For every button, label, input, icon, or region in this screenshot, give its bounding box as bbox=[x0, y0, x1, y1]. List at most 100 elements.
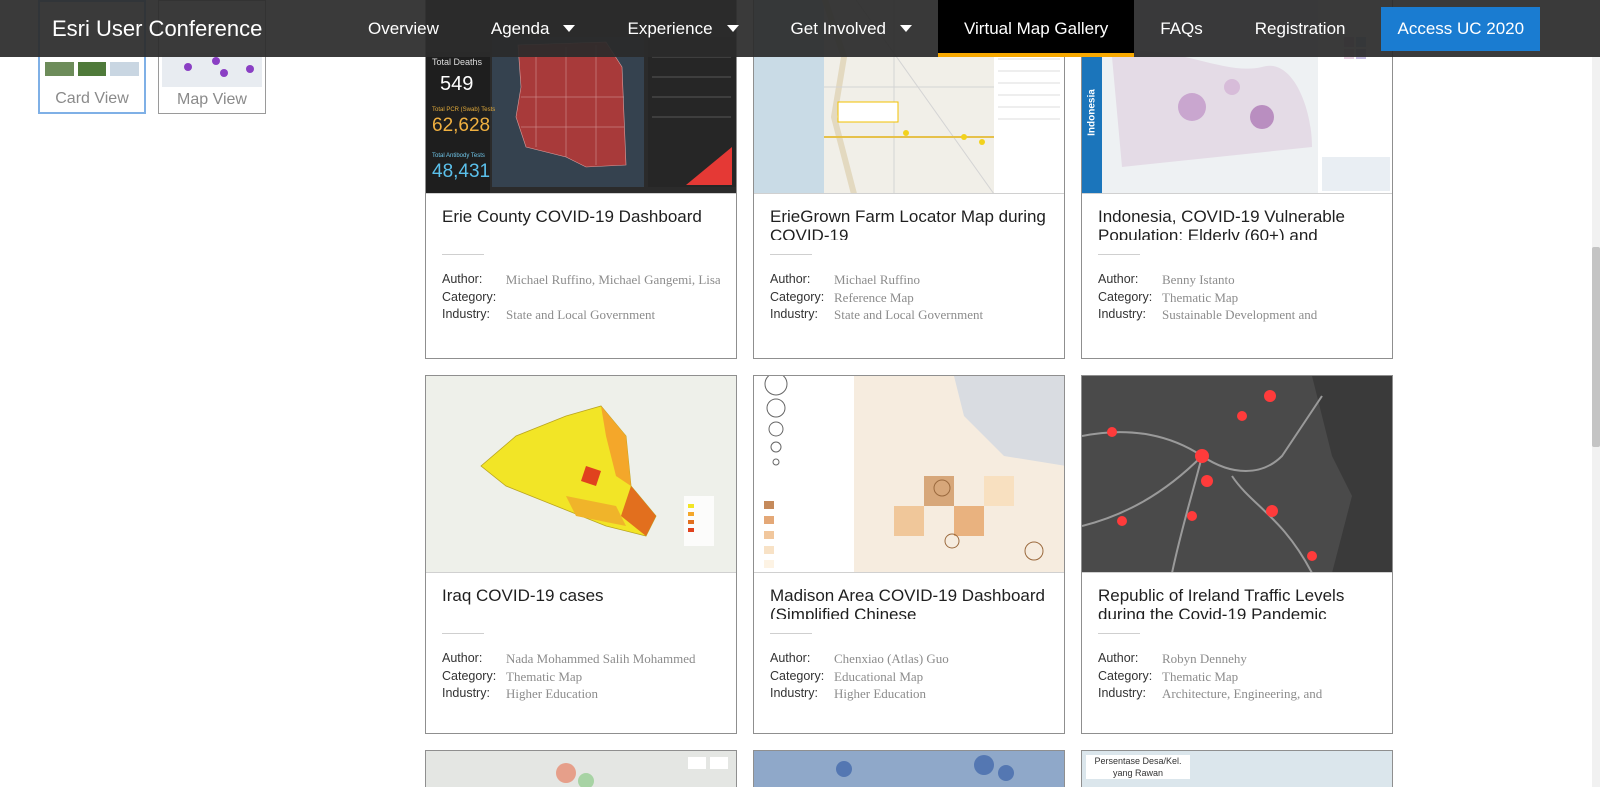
site-title[interactable]: Esri User Conference bbox=[52, 16, 342, 42]
card-title[interactable]: Indonesia, COVID-19 Vulnerable Populatio… bbox=[1082, 194, 1392, 240]
ireland-traffic-thumbnail bbox=[1082, 376, 1392, 572]
title-divider bbox=[1098, 633, 1140, 634]
title-divider bbox=[770, 633, 812, 634]
pcr-tests-label: Total PCR (Swab) Tests bbox=[432, 107, 496, 113]
nav-agenda[interactable]: Agenda bbox=[465, 0, 602, 57]
title-divider bbox=[442, 254, 484, 255]
nav-overview[interactable]: Overview bbox=[342, 0, 465, 57]
map-thumbnail-partial bbox=[754, 751, 1064, 787]
card-thumbnail: Persentase Desa/Kel. yang Rawan bbox=[1082, 751, 1392, 787]
gallery-card[interactable]: Persentase Desa/Kel. yang Rawan bbox=[1081, 750, 1393, 787]
author-value: Robyn Dennehy bbox=[1162, 651, 1247, 666]
nav-label: Experience bbox=[627, 18, 713, 38]
gallery-card[interactable]: Republic of Ireland Traffic Levels durin… bbox=[1081, 375, 1393, 734]
indonesia-side-label: Indonesia bbox=[1086, 89, 1098, 136]
map-thumbnail-partial bbox=[426, 751, 736, 787]
chevron-down-icon bbox=[900, 25, 912, 32]
category-value: Thematic Map bbox=[1162, 289, 1239, 305]
pcr-tests-value: 62,628 bbox=[432, 115, 491, 136]
nav-virtual-map-gallery[interactable]: Virtual Map Gallery bbox=[938, 0, 1135, 57]
page: Card View Map View Total Deaths 549 Tota… bbox=[0, 0, 1600, 787]
nav-label: Virtual Map Gallery bbox=[964, 18, 1109, 38]
page-scrollbar[interactable] bbox=[1592, 57, 1600, 787]
chevron-down-icon bbox=[726, 25, 739, 32]
card-view-thumbnail bbox=[43, 54, 141, 88]
card-title[interactable]: Republic of Ireland Traffic Levels durin… bbox=[1082, 573, 1392, 619]
title-divider bbox=[770, 254, 812, 255]
gallery-card[interactable]: Madison Area COVID-19 Dashboard (Simplif… bbox=[753, 375, 1065, 734]
industry-value: State and Local Government bbox=[506, 307, 656, 322]
industry-value: Sustainable Development and bbox=[1162, 307, 1318, 322]
industry-label: Industry: bbox=[442, 686, 490, 700]
card-meta: Author: Nada Mohammed Salih Mohammed Cate… bbox=[426, 650, 736, 703]
nav-faqs[interactable]: FAQs bbox=[1134, 0, 1229, 57]
gallery-card[interactable]: Iraq COVID-19 cases Author: Nada Mohammed… bbox=[425, 375, 737, 734]
author-value: Benny Istanto bbox=[1162, 272, 1235, 287]
nav-label: Agenda bbox=[490, 18, 550, 38]
category-value: Reference Map bbox=[834, 289, 914, 305]
author-label: Author: bbox=[442, 272, 483, 286]
author-value: Chenxiao (Atlas) Guo bbox=[834, 651, 949, 666]
author-value: Michael Ruffino bbox=[834, 272, 921, 287]
iraq-map-thumbnail bbox=[426, 376, 736, 572]
main-menu: Overview Agenda Experience Get Involved … bbox=[342, 0, 1371, 57]
card-thumbnail bbox=[1082, 376, 1392, 573]
nav-label: Registration bbox=[1254, 18, 1346, 38]
total-deaths-label: Total Deaths bbox=[432, 57, 483, 67]
nav-label: Overview bbox=[368, 18, 439, 38]
author-value: Michael Ruffino, Michael Gangemi, Lisa bbox=[505, 272, 720, 287]
category-value: Thematic Map bbox=[1162, 668, 1239, 684]
author-label: Author: bbox=[770, 272, 811, 286]
industry-label: Industry: bbox=[442, 307, 490, 321]
antibody-tests-label: Total Antibody Tests bbox=[432, 153, 485, 159]
scrollbar-thumb[interactable] bbox=[1592, 247, 1600, 447]
card-title[interactable]: ErieGrown Farm Locator Map during COVID-… bbox=[754, 194, 1064, 240]
card-title[interactable]: Erie County COVID-19 Dashboard bbox=[426, 194, 736, 240]
industry-label: Industry: bbox=[770, 307, 818, 321]
category-label: Category: bbox=[442, 668, 497, 683]
chevron-down-icon bbox=[563, 25, 576, 32]
nav-registration[interactable]: Registration bbox=[1229, 0, 1372, 57]
antibody-tests-value: 48,431 bbox=[432, 161, 491, 182]
category-label: Category: bbox=[1098, 668, 1153, 683]
title-divider bbox=[1098, 254, 1140, 255]
card-thumbnail bbox=[426, 376, 736, 573]
nav-get-involved[interactable]: Get Involved bbox=[765, 0, 938, 57]
card-thumbnail bbox=[754, 376, 1064, 573]
industry-value: Architecture, Engineering, and bbox=[1162, 686, 1323, 701]
industry-label: Industry: bbox=[1098, 686, 1146, 700]
gallery-card[interactable] bbox=[753, 750, 1065, 787]
category-label: Category: bbox=[770, 668, 825, 683]
author-value: Nada Mohammed Salih Mohammed bbox=[506, 651, 696, 666]
card-title[interactable]: Madison Area COVID-19 Dashboard (Simplif… bbox=[754, 573, 1064, 619]
map-view-thumbnail bbox=[162, 53, 262, 87]
card-title[interactable]: Iraq COVID-19 cases bbox=[426, 573, 736, 619]
category-label: Category: bbox=[442, 289, 497, 304]
card-meta: Author: Benny Istanto Category: Thematic M… bbox=[1082, 271, 1392, 324]
map-view-label: Map View bbox=[177, 91, 247, 108]
card-thumbnail bbox=[426, 751, 736, 787]
industry-label: Industry: bbox=[770, 686, 818, 700]
industry-value: Higher Education bbox=[506, 686, 599, 701]
industry-label: Industry: bbox=[1098, 307, 1146, 321]
author-label: Author: bbox=[1098, 272, 1139, 286]
persentase-label: Persentase Desa/Kel. yang Rawan bbox=[1086, 755, 1190, 779]
total-deaths-value: 549 bbox=[440, 73, 474, 95]
author-label: Author: bbox=[770, 651, 811, 665]
industry-value: Higher Education bbox=[834, 686, 927, 701]
nav-experience[interactable]: Experience bbox=[601, 0, 764, 57]
gallery-card[interactable] bbox=[425, 750, 737, 787]
card-view-label: Card View bbox=[55, 90, 129, 107]
access-uc-button[interactable]: Access UC 2020 bbox=[1381, 6, 1541, 51]
title-divider bbox=[442, 633, 484, 634]
category-value: Educational Map bbox=[834, 668, 924, 684]
category-value: Thematic Map bbox=[506, 668, 583, 684]
author-label: Author: bbox=[1098, 651, 1139, 665]
category-label: Category: bbox=[1098, 289, 1153, 304]
card-meta: Author: Michael Ruffino Category: Referenc… bbox=[754, 271, 1064, 324]
card-meta: Author: Robyn Dennehy Category: Thematic M… bbox=[1082, 650, 1392, 703]
madison-map-thumbnail bbox=[754, 376, 1064, 572]
card-meta: Author: Michael Ruffino, Michael Gangemi,… bbox=[426, 271, 736, 324]
industry-value: State and Local Government bbox=[834, 307, 984, 322]
category-label: Category: bbox=[770, 289, 825, 304]
